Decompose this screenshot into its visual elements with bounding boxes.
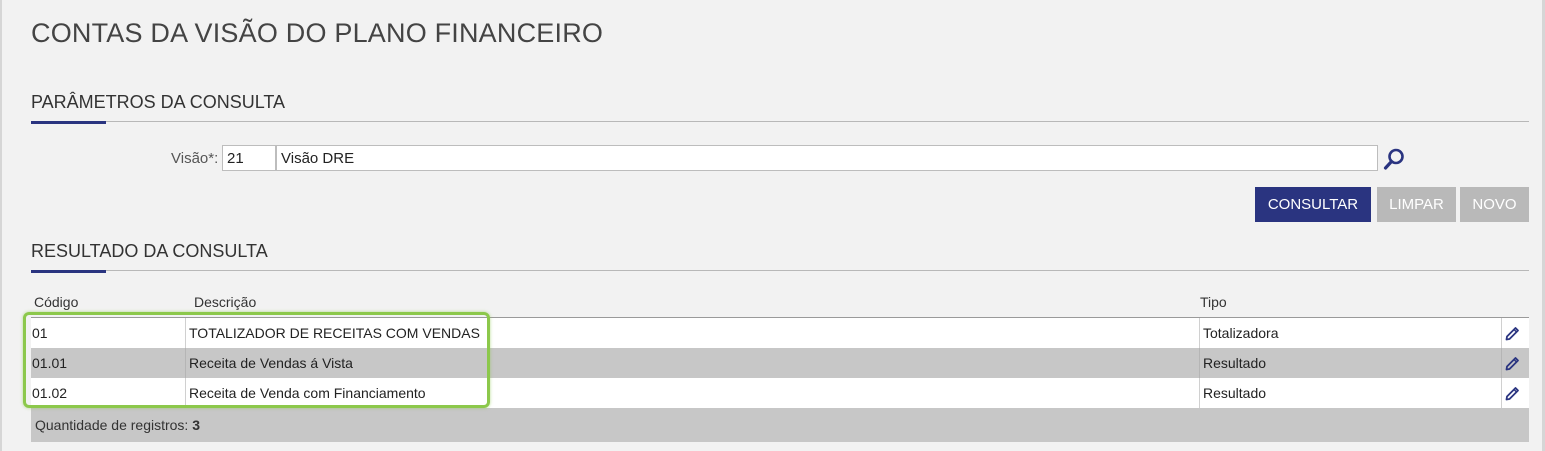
cell-descricao: Receita de Venda com Financiamento [189,385,426,401]
column-header-descricao[interactable]: Descrição [194,294,256,310]
params-section-title: PARÂMETROS DA CONSULTA [31,92,286,112]
record-count-label: Quantidade de registros: [35,417,189,433]
column-separator [1501,318,1502,348]
column-separator [185,318,186,348]
column-separator [1199,348,1200,378]
page-title: CONTAS DA VISÃO DO PLANO FINANCEIRO [31,18,604,48]
record-count-footer: Quantidade de registros: 3 [31,408,1529,442]
cell-codigo: 01.02 [32,385,68,401]
cell-descricao: Receita de Vendas á Vista [189,355,353,371]
column-separator [185,378,186,408]
cell-codigo: 01.01 [32,355,68,371]
column-separator [185,348,186,378]
pencil-icon[interactable] [1504,384,1522,402]
record-count-value: 3 [192,417,201,433]
limpar-button[interactable]: LIMPAR [1377,187,1456,222]
search-icon [1383,148,1404,170]
visao-code-input[interactable] [222,145,276,171]
visao-label: Visão*: [171,150,219,167]
cell-tipo: Totalizadora [1203,325,1279,341]
visao-search-button[interactable] [1380,145,1408,173]
params-section-divider [31,121,1529,122]
results-section-title: RESULTADO DA CONSULTA [31,241,268,261]
column-separator [1501,378,1502,408]
cell-descricao: TOTALIZADOR DE RECEITAS COM VENDAS [189,325,480,341]
page-left-border [0,0,2,451]
table-row[interactable]: 01.01 Receita de Vendas á Vista Resultad… [31,348,1529,378]
table-row[interactable]: 01 TOTALIZADOR DE RECEITAS COM VENDAS To… [31,318,1529,348]
column-separator [1199,318,1200,348]
results-section-accent [31,270,106,273]
cell-tipo: Resultado [1203,385,1267,401]
cell-tipo: Resultado [1203,355,1267,371]
column-separator [1199,378,1200,408]
column-header-codigo[interactable]: Código [34,294,78,310]
pencil-icon[interactable] [1504,354,1522,372]
visao-name-input[interactable] [276,145,1378,171]
column-header-tipo[interactable]: Tipo [1200,294,1227,310]
cell-codigo: 01 [32,325,48,341]
table-row[interactable]: 01.02 Receita de Venda com Financiamento… [31,378,1529,408]
column-separator [1501,348,1502,378]
params-section-accent [31,121,106,124]
results-section-divider [31,270,1529,271]
pencil-icon[interactable] [1504,324,1522,342]
novo-button[interactable]: NOVO [1460,187,1529,222]
consultar-button[interactable]: CONSULTAR [1255,187,1371,222]
